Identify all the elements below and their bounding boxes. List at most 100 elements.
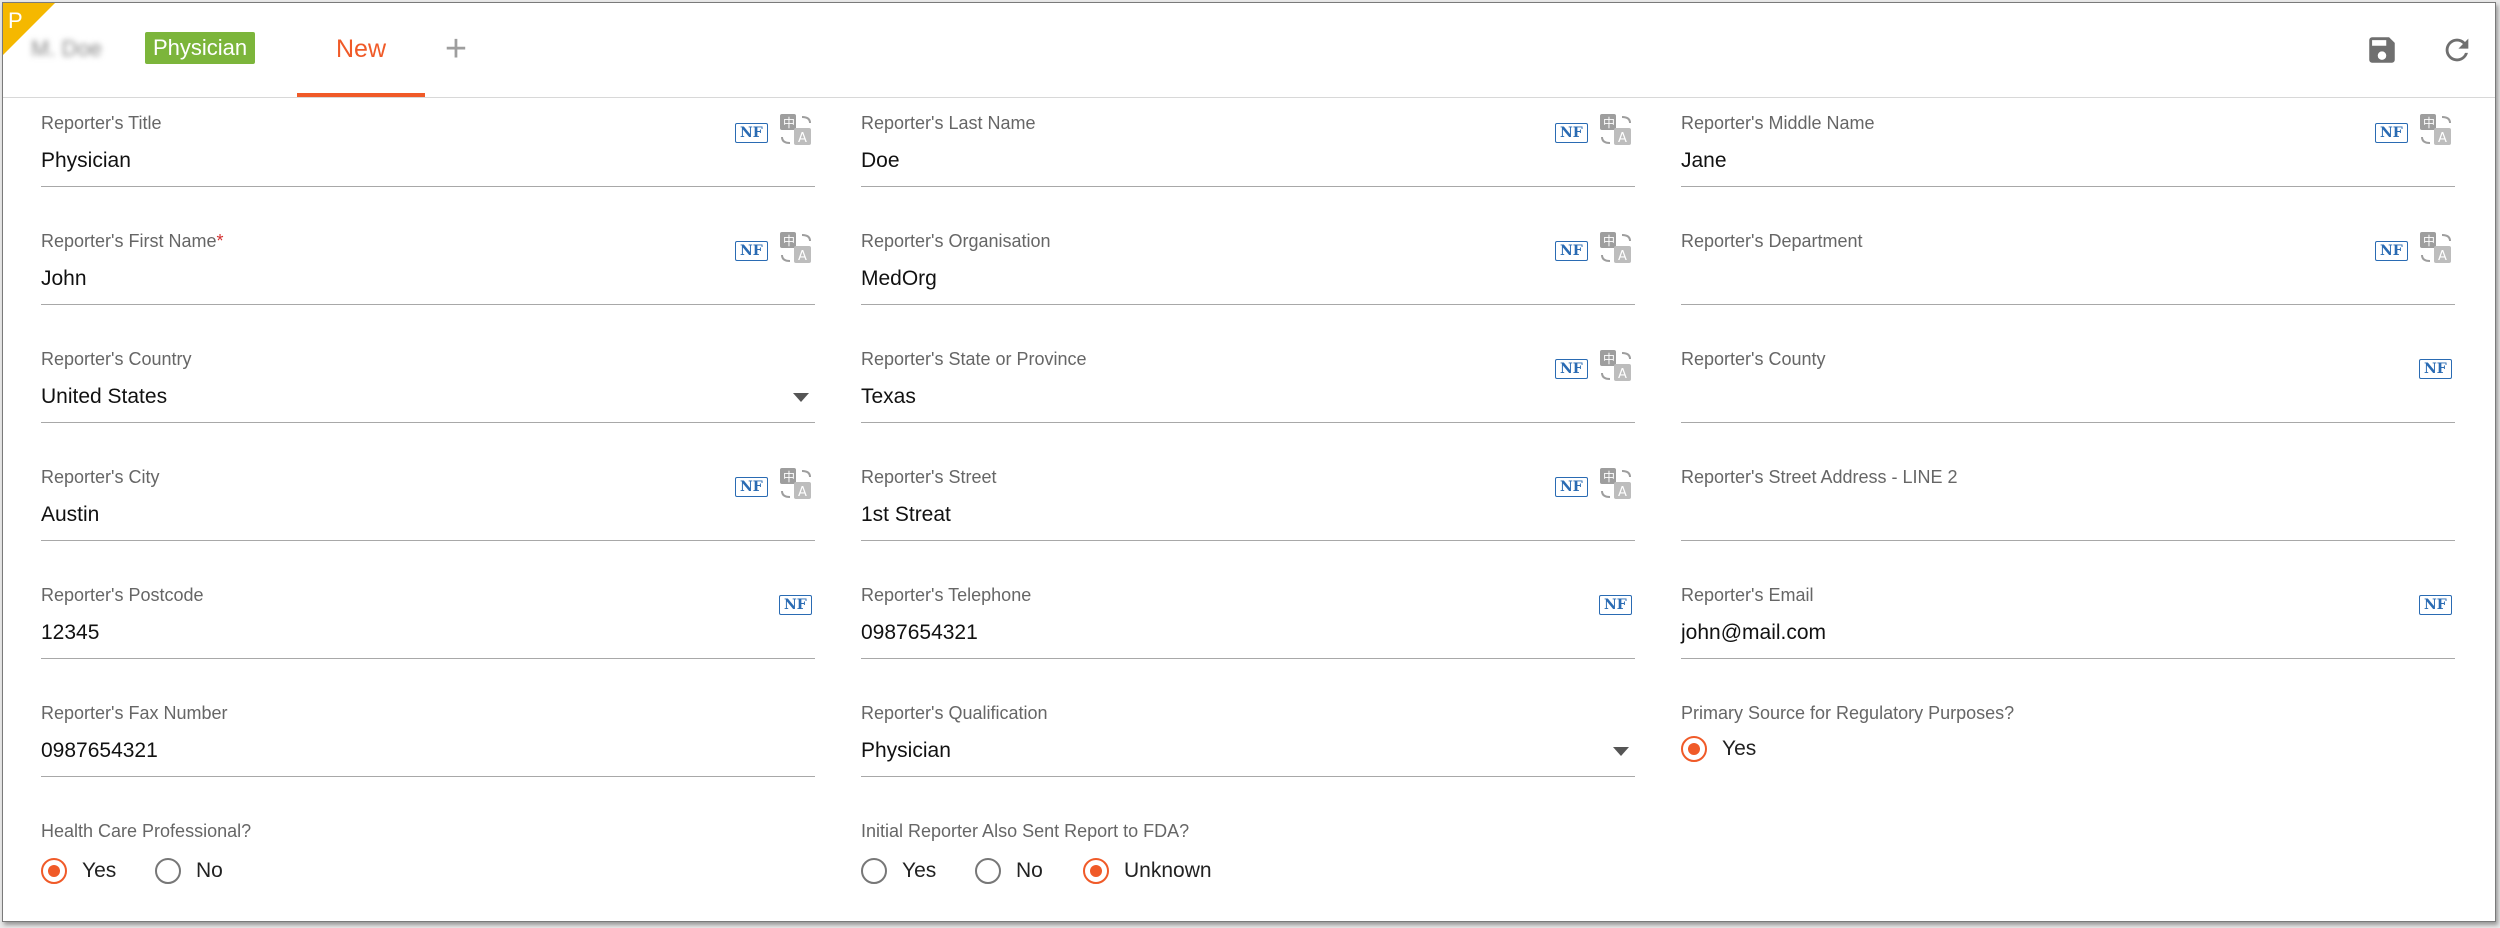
svg-text:A: A <box>1618 249 1627 264</box>
radio-circle <box>861 858 887 884</box>
field-reporter-first-name[interactable]: Reporter's First Name* NF 中 A John <box>41 231 815 317</box>
field-value: MedOrg <box>861 267 937 290</box>
field-label: Reporter's Title <box>41 113 162 133</box>
field-reporter-middle-name[interactable]: Reporter's Middle Name NF 中 A Jane <box>1681 113 2455 199</box>
svg-text:中: 中 <box>1603 233 1615 248</box>
dropdown-caret-icon[interactable] <box>1613 747 1629 756</box>
field-label: Reporter's First Name* <box>41 231 224 252</box>
corner-letter: P <box>8 8 23 33</box>
radio-label: Yes <box>902 859 937 882</box>
radio-label: Unknown <box>1124 859 1212 882</box>
field-value: Jane <box>1681 149 1727 172</box>
nf-button[interactable]: NF <box>2375 123 2408 143</box>
radio-label: No <box>1016 859 1043 882</box>
nf-button[interactable]: NF <box>735 241 768 261</box>
primary-source-label: Primary Source for Regulatory Purposes? <box>1681 703 2015 723</box>
field-reporter-postcode[interactable]: Reporter's Postcode NF 12345 <box>41 585 815 671</box>
field-label: Reporter's Middle Name <box>1681 113 1875 133</box>
required-marker: * <box>216 231 224 251</box>
svg-text:中: 中 <box>2423 233 2435 248</box>
translate-icon[interactable]: 中 A <box>779 467 813 501</box>
translate-icon[interactable]: 中 A <box>2419 231 2453 265</box>
add-tab-button[interactable]: + <box>441 27 471 71</box>
field-reporter-country[interactable]: Reporter's Country United States <box>41 349 815 435</box>
field-underline <box>861 304 1635 305</box>
svg-text:A: A <box>1618 131 1627 146</box>
field-underline <box>41 658 815 659</box>
hcp-label: Health Care Professional? <box>41 821 252 841</box>
radio-circle <box>975 858 1001 884</box>
translate-icon[interactable]: 中 A <box>779 231 813 265</box>
field-value: United States <box>41 385 168 408</box>
nf-button[interactable]: NF <box>1555 477 1588 497</box>
field-reporter-email[interactable]: Reporter's Email NF john@mail.com <box>1681 585 2455 671</box>
svg-text:中: 中 <box>783 115 795 130</box>
field-reporter-street-line2[interactable]: Reporter's Street Address - LINE 2 <box>1681 467 2455 553</box>
svg-text:中: 中 <box>2423 115 2435 130</box>
field-reporter-department[interactable]: Reporter's Department NF 中 A <box>1681 231 2455 317</box>
svg-text:中: 中 <box>1603 115 1615 130</box>
field-reporter-city[interactable]: Reporter's City NF 中 A Austin <box>41 467 815 553</box>
field-label: Reporter's Street <box>861 467 997 487</box>
svg-text:A: A <box>798 485 807 500</box>
radio-circle <box>1083 858 1109 884</box>
field-reporter-telephone[interactable]: Reporter's Telephone NF 0987654321 <box>861 585 1635 671</box>
field-underline <box>861 540 1635 541</box>
svg-text:中: 中 <box>1603 351 1615 366</box>
field-value: Texas <box>861 385 916 408</box>
field-label: Reporter's Email <box>1681 585 1814 605</box>
nf-button[interactable]: NF <box>779 595 812 615</box>
translate-icon[interactable]: 中 A <box>1599 349 1633 383</box>
field-reporter-state[interactable]: Reporter's State or Province NF 中 A Texa… <box>861 349 1635 435</box>
svg-text:A: A <box>2438 131 2447 146</box>
nf-button[interactable]: NF <box>2419 359 2452 379</box>
radio-label: Yes <box>82 859 117 882</box>
nf-button[interactable]: NF <box>735 123 768 143</box>
nf-button[interactable]: NF <box>1555 241 1588 261</box>
radio-label: Yes <box>1722 737 1757 760</box>
primary-source-yes-radio[interactable]: Yes <box>1681 733 1756 765</box>
field-value: 1st Streat <box>861 503 951 526</box>
radio-circle <box>41 858 67 884</box>
field-reporter-title[interactable]: Reporter's Title NF 中 A Physician <box>41 113 815 199</box>
translate-icon[interactable]: 中 A <box>1599 113 1633 147</box>
translate-icon[interactable]: 中 A <box>1599 231 1633 265</box>
fda-yes-radio[interactable]: Yes <box>861 855 936 887</box>
fda-no-radio[interactable]: No <box>975 855 1043 887</box>
nf-button[interactable]: NF <box>2419 595 2452 615</box>
nf-button[interactable]: NF <box>1555 123 1588 143</box>
nf-button[interactable]: NF <box>1599 595 1632 615</box>
translate-icon[interactable]: 中 A <box>2419 113 2453 147</box>
field-reporter-qualification[interactable]: Reporter's Qualification Physician <box>861 703 1635 789</box>
field-reporter-street[interactable]: Reporter's Street NF 中 A 1st Streat <box>861 467 1635 553</box>
refresh-icon[interactable] <box>2440 33 2474 67</box>
fda-unknown-radio[interactable]: Unknown <box>1083 855 1212 887</box>
field-underline <box>1681 540 2455 541</box>
field-reporter-last-name[interactable]: Reporter's Last Name NF 中 A Doe <box>861 113 1635 199</box>
nf-button[interactable]: NF <box>1555 359 1588 379</box>
header-bar: P M. Doe Physician New + <box>3 3 2495 98</box>
field-reporter-fax[interactable]: Reporter's Fax Number 0987654321 <box>41 703 815 789</box>
field-underline <box>1681 186 2455 187</box>
reporter-type-badge: Physician <box>145 32 256 64</box>
field-label: Reporter's Telephone <box>861 585 1032 605</box>
save-icon[interactable] <box>2365 33 2399 67</box>
window: P M. Doe Physician New + Reporter's Titl… <box>2 2 2496 922</box>
field-label: Reporter's City <box>41 467 160 487</box>
field-underline <box>41 422 815 423</box>
translate-icon[interactable]: 中 A <box>779 113 813 147</box>
tab-new[interactable]: New <box>297 3 425 97</box>
svg-text:A: A <box>1618 367 1627 382</box>
translate-icon[interactable]: 中 A <box>1599 467 1633 501</box>
field-value: Physician <box>861 739 951 762</box>
field-reporter-organisation[interactable]: Reporter's Organisation NF 中 A MedOrg <box>861 231 1635 317</box>
radio-label: No <box>196 859 223 882</box>
field-reporter-county[interactable]: Reporter's County NF <box>1681 349 2455 435</box>
svg-text:A: A <box>798 131 807 146</box>
hcp-no-radio[interactable]: No <box>155 855 223 887</box>
dropdown-caret-icon[interactable] <box>793 393 809 402</box>
hcp-yes-radio[interactable]: Yes <box>41 855 116 887</box>
nf-button[interactable]: NF <box>2375 241 2408 261</box>
nf-button[interactable]: NF <box>735 477 768 497</box>
fda-label: Initial Reporter Also Sent Report to FDA… <box>861 821 1190 841</box>
